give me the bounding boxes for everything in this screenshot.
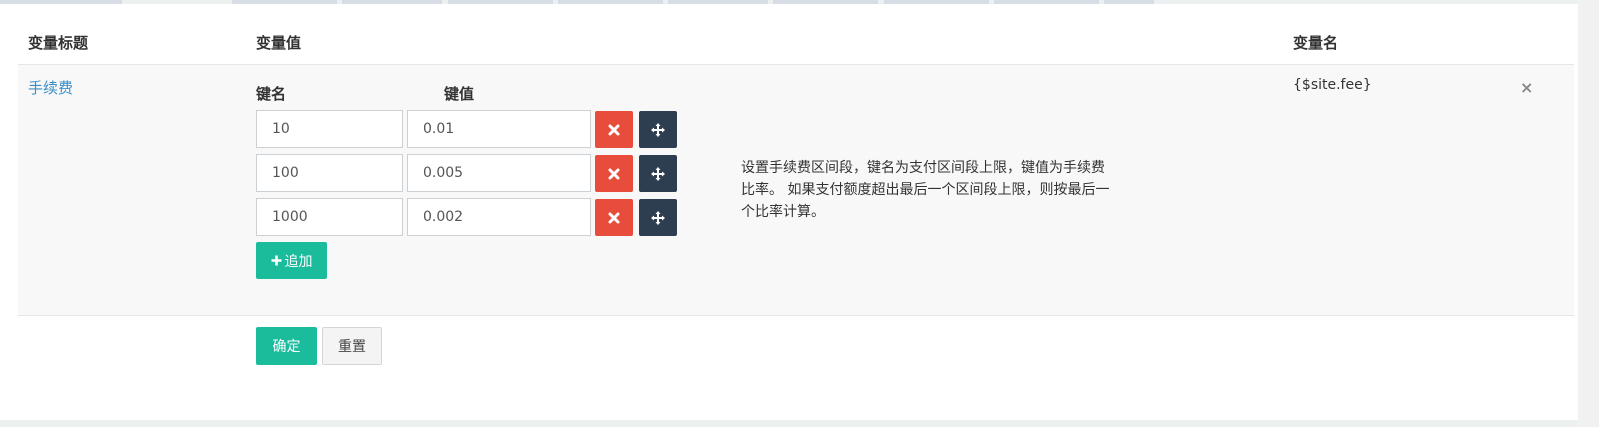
value-input[interactable]	[407, 110, 591, 148]
confirm-button[interactable]: 确定	[256, 327, 317, 365]
delete-pair-button[interactable]	[595, 111, 633, 148]
move-arrows-icon	[651, 122, 665, 137]
close-icon	[608, 168, 620, 179]
value-input[interactable]	[407, 154, 591, 192]
header-variable-name: 变量名	[1293, 34, 1339, 52]
variable-name: {$site.fee}	[1293, 77, 1372, 93]
delete-pair-button[interactable]	[595, 199, 633, 236]
key-input[interactable]	[256, 154, 403, 192]
move-pair-button[interactable]	[639, 111, 677, 148]
variable-title-link[interactable]: 手续费	[28, 77, 73, 98]
plus-icon	[271, 252, 282, 270]
kv-header-value: 键值	[444, 85, 475, 103]
move-arrows-icon	[651, 166, 665, 181]
add-pair-label: 追加	[284, 253, 313, 270]
remove-row-icon[interactable]: ×	[1520, 78, 1533, 97]
row-divider	[18, 315, 1574, 316]
variable-description: 设置手续费区间段，键名为支付区间段上限，键值为手续费比率。 如果支付额度超出最后…	[741, 160, 1110, 220]
header-variable-value: 变量值	[256, 34, 302, 52]
move-arrows-icon	[651, 210, 665, 225]
reset-button[interactable]: 重置	[322, 327, 382, 365]
close-icon	[608, 124, 620, 135]
close-icon	[608, 212, 620, 223]
key-input[interactable]	[256, 198, 403, 236]
move-pair-button[interactable]	[639, 199, 677, 236]
add-pair-button[interactable]: 追加	[256, 242, 327, 279]
delete-pair-button[interactable]	[595, 155, 633, 192]
move-pair-button[interactable]	[639, 155, 677, 192]
scrollbar-track[interactable]	[1578, 0, 1599, 427]
header-variable-title: 变量标题	[28, 34, 89, 52]
key-input[interactable]	[256, 110, 403, 148]
value-input[interactable]	[407, 198, 591, 236]
kv-header-key: 键名	[256, 85, 287, 103]
